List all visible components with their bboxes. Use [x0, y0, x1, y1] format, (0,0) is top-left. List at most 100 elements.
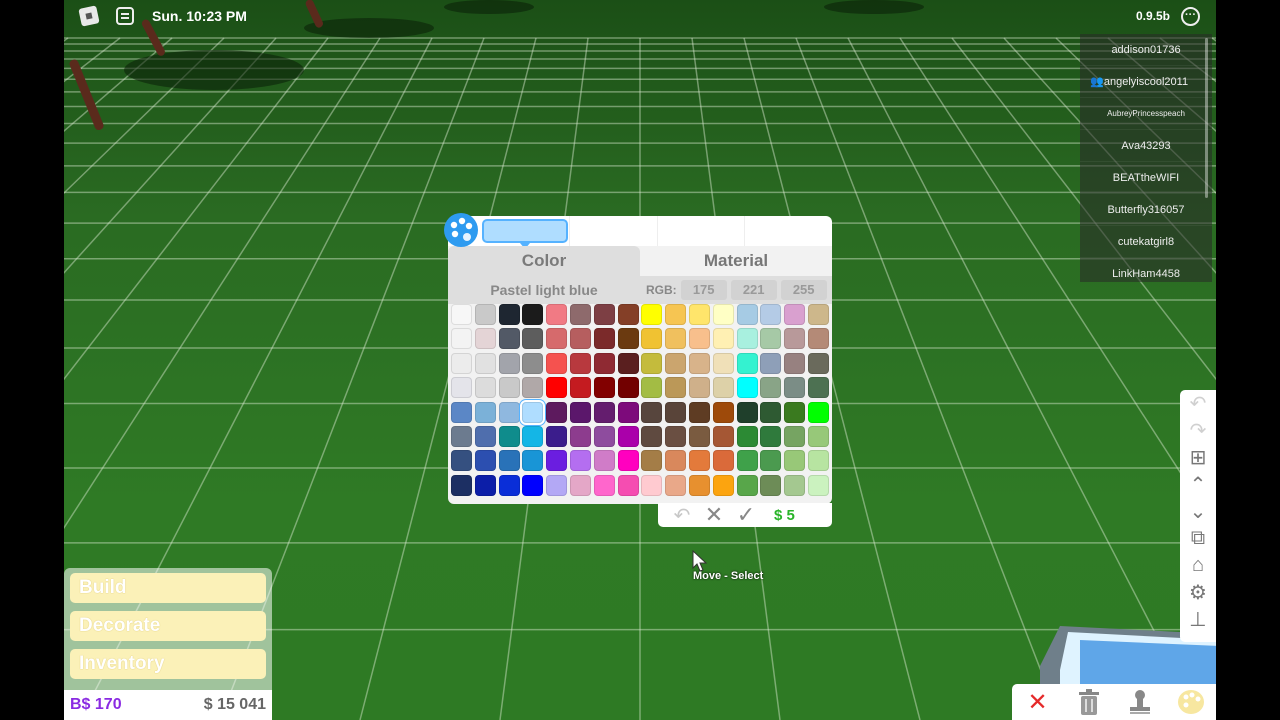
- color-swatch[interactable]: [736, 401, 758, 423]
- color-swatch[interactable]: [807, 401, 829, 423]
- color-swatch[interactable]: [688, 425, 710, 447]
- player-list-item[interactable]: Ava43293: [1080, 130, 1212, 162]
- color-swatch[interactable]: [522, 474, 544, 496]
- color-swatch[interactable]: [522, 377, 544, 399]
- color-swatch[interactable]: [617, 304, 639, 325]
- color-swatch[interactable]: [546, 352, 568, 374]
- color-swatch[interactable]: [593, 304, 615, 325]
- build-button[interactable]: Build: [70, 573, 266, 603]
- undo-icon[interactable]: ↶: [1180, 390, 1216, 417]
- color-swatch[interactable]: [736, 328, 758, 350]
- color-swatch[interactable]: [522, 425, 544, 447]
- color-swatch[interactable]: [474, 450, 496, 472]
- color-swatch[interactable]: [688, 352, 710, 374]
- color-slot[interactable]: [656, 216, 745, 246]
- color-swatch[interactable]: [665, 328, 687, 350]
- color-swatch[interactable]: [665, 377, 687, 399]
- color-slot[interactable]: [568, 216, 657, 246]
- color-swatch[interactable]: [546, 377, 568, 399]
- color-swatch[interactable]: [474, 425, 496, 447]
- rgb-green-field[interactable]: 221: [730, 280, 777, 300]
- color-swatch[interactable]: [593, 377, 615, 399]
- rgb-blue-field[interactable]: 255: [780, 280, 827, 300]
- color-swatch[interactable]: [474, 352, 496, 374]
- color-swatch[interactable]: [784, 304, 806, 325]
- color-swatch[interactable]: [688, 450, 710, 472]
- color-swatch[interactable]: [593, 474, 615, 496]
- color-swatch[interactable]: [760, 377, 782, 399]
- color-swatch[interactable]: [569, 304, 591, 325]
- color-swatch[interactable]: [688, 401, 710, 423]
- color-swatch[interactable]: [451, 352, 472, 374]
- color-swatch[interactable]: [807, 377, 829, 399]
- home-icon[interactable]: ⌂: [1180, 552, 1216, 579]
- chat-icon[interactable]: [116, 7, 134, 25]
- color-swatch[interactable]: [569, 425, 591, 447]
- color-swatch[interactable]: [760, 401, 782, 423]
- color-swatch[interactable]: [641, 304, 663, 325]
- confirm-color-button[interactable]: ✓: [730, 502, 762, 527]
- color-swatch[interactable]: [736, 352, 758, 374]
- player-list-item[interactable]: addison01736: [1080, 34, 1212, 66]
- close-icon[interactable]: ✕: [1018, 686, 1058, 718]
- roblox-menu-icon[interactable]: [78, 5, 100, 27]
- grid-icon[interactable]: ⊞: [1180, 444, 1216, 471]
- player-list[interactable]: addison01736 👥 angelyiscool2011 AubreyPrinc…: [1080, 34, 1212, 282]
- color-swatch[interactable]: [784, 425, 806, 447]
- stamp-icon[interactable]: ⊥: [1180, 606, 1216, 633]
- color-swatch[interactable]: [712, 352, 734, 374]
- gear-icon[interactable]: ⚙: [1180, 579, 1216, 606]
- color-swatch[interactable]: [712, 401, 734, 423]
- color-swatch[interactable]: [760, 474, 782, 496]
- color-swatch[interactable]: [546, 450, 568, 472]
- tab-material[interactable]: Material: [640, 246, 832, 276]
- color-swatch[interactable]: [688, 328, 710, 350]
- color-swatch[interactable]: [617, 328, 639, 350]
- palette-icon[interactable]: [1171, 686, 1211, 718]
- color-swatch[interactable]: [712, 425, 734, 447]
- color-swatch[interactable]: [451, 401, 472, 423]
- player-list-item[interactable]: BEATtheWIFI: [1080, 162, 1212, 194]
- player-list-item[interactable]: 👥 angelyiscool2011: [1080, 66, 1212, 98]
- color-swatch[interactable]: [498, 474, 520, 496]
- color-swatch[interactable]: [688, 474, 710, 496]
- color-swatch[interactable]: [498, 352, 520, 374]
- player-list-item[interactable]: cutekatgirl8: [1080, 226, 1212, 258]
- paint-stamp-icon[interactable]: [1120, 686, 1160, 718]
- color-swatch[interactable]: [451, 450, 472, 472]
- color-swatch[interactable]: [546, 474, 568, 496]
- color-swatch[interactable]: [617, 401, 639, 423]
- color-swatch[interactable]: [784, 450, 806, 472]
- color-swatch[interactable]: [617, 425, 639, 447]
- color-swatch[interactable]: [569, 474, 591, 496]
- selected-color-slot[interactable]: [482, 219, 568, 249]
- trash-icon[interactable]: [1069, 686, 1109, 718]
- color-swatch[interactable]: [760, 328, 782, 350]
- color-swatch[interactable]: [760, 304, 782, 325]
- more-menu-icon[interactable]: ···: [1181, 7, 1200, 26]
- color-swatch[interactable]: [593, 450, 615, 472]
- chevron-up-icon[interactable]: ⌃: [1180, 471, 1216, 498]
- color-slot[interactable]: [744, 216, 832, 246]
- color-swatch[interactable]: [522, 352, 544, 374]
- color-swatch[interactable]: [641, 328, 663, 350]
- color-swatch[interactable]: [498, 425, 520, 447]
- color-swatch[interactable]: [498, 377, 520, 399]
- color-swatch[interactable]: [784, 401, 806, 423]
- color-swatch[interactable]: [546, 425, 568, 447]
- color-swatch[interactable]: [498, 304, 520, 325]
- color-swatch[interactable]: [665, 425, 687, 447]
- color-swatch[interactable]: [498, 328, 520, 350]
- color-swatch[interactable]: [665, 474, 687, 496]
- color-swatch[interactable]: [760, 352, 782, 374]
- color-swatch[interactable]: [546, 328, 568, 350]
- color-swatch[interactable]: [712, 450, 734, 472]
- rgb-red-field[interactable]: 175: [680, 280, 727, 300]
- color-swatch[interactable]: [736, 450, 758, 472]
- cancel-color-button[interactable]: ✕: [698, 502, 730, 527]
- color-swatch[interactable]: [641, 425, 663, 447]
- color-swatch[interactable]: [498, 450, 520, 472]
- color-swatch[interactable]: [546, 401, 568, 423]
- color-swatch[interactable]: [641, 352, 663, 374]
- color-swatch[interactable]: [593, 425, 615, 447]
